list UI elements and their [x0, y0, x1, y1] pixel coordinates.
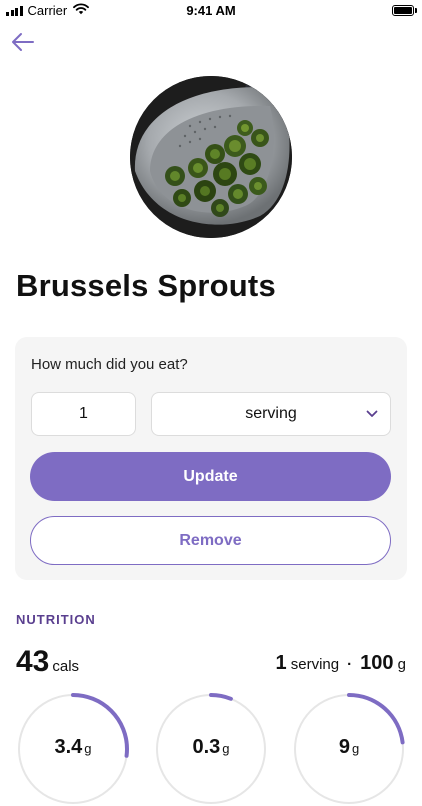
serving-summary: 1 serving · 100 g — [275, 652, 406, 675]
macro-value: 9g — [292, 736, 406, 759]
serving-separator: · — [347, 656, 353, 673]
update-button[interactable]: Update — [30, 452, 391, 501]
food-photo — [130, 76, 292, 238]
macro-unit: g — [351, 741, 360, 756]
portion-card: How much did you eat? serving Update Rem… — [15, 337, 407, 580]
arrow-left-icon — [12, 33, 34, 51]
status-bar: Carrier 9:41 AM — [0, 0, 422, 22]
serving-weight-unit: g — [397, 656, 406, 673]
portion-question: How much did you eat? — [31, 356, 188, 373]
status-time: 9:41 AM — [186, 3, 236, 18]
calories-summary: 43 cals — [16, 645, 79, 679]
remove-button[interactable]: Remove — [30, 516, 391, 565]
serving-weight: 100 — [360, 652, 394, 674]
macro-ring: 9g — [292, 692, 406, 806]
calories-unit: cals — [52, 658, 80, 675]
macro-value: 3.4 g — [16, 736, 130, 759]
battery-tip — [415, 8, 417, 13]
calories-value: 43 — [16, 645, 50, 678]
unit-select[interactable]: serving — [151, 392, 391, 436]
back-button[interactable] — [10, 30, 36, 54]
chevron-down-icon — [366, 410, 378, 417]
battery-icon — [392, 5, 414, 16]
nutrition-heading: NUTRITION — [16, 612, 96, 627]
serving-quantity: 1 — [275, 652, 287, 674]
macro-amount: 3.4 — [54, 736, 83, 758]
unit-select-value: serving — [245, 405, 297, 422]
macro-amount: 9 — [338, 736, 350, 758]
macro-ring: 0.3 g — [154, 692, 268, 806]
macro-value: 0.3 g — [154, 736, 268, 759]
macro-amount: 0.3 — [192, 736, 221, 758]
serving-unit: serving — [290, 656, 340, 673]
macro-ring: 3.4 g — [16, 692, 130, 806]
quantity-input[interactable] — [31, 392, 136, 436]
macro-unit: g — [222, 741, 230, 756]
macro-unit: g — [84, 741, 92, 756]
food-title: Brussels Sprouts — [16, 268, 276, 303]
